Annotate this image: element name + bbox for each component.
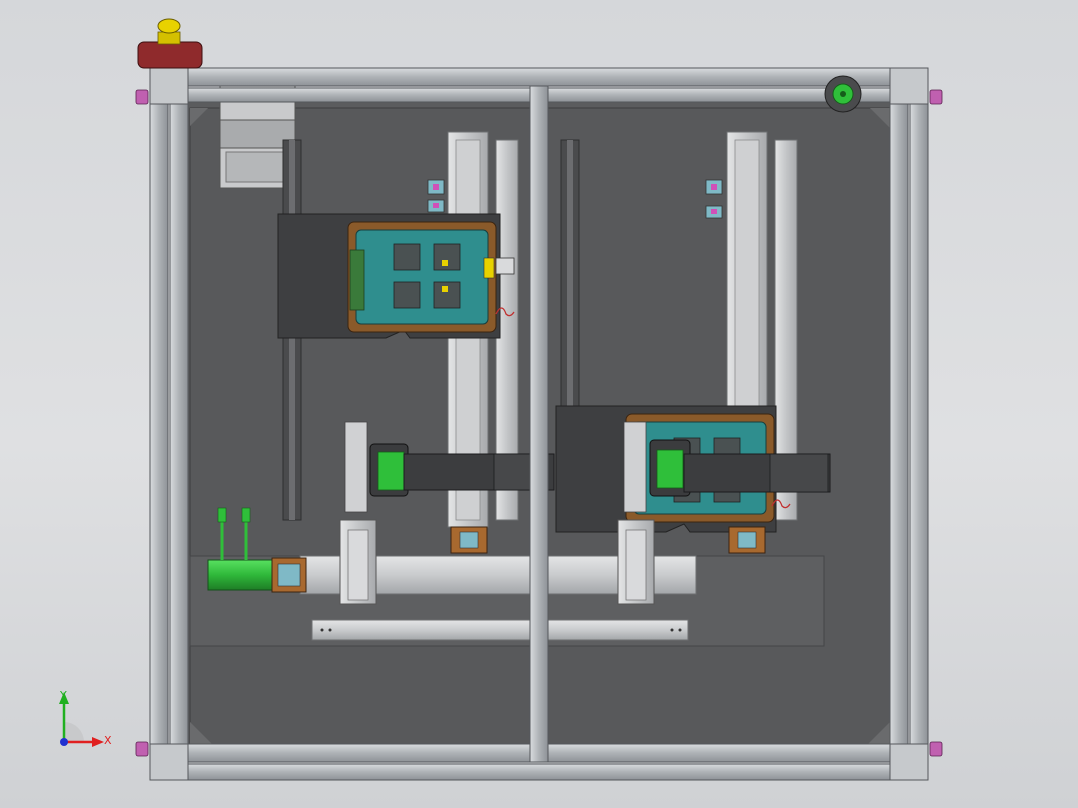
cad-viewport[interactable]: Y X [0, 0, 1078, 808]
frame-right-post[interactable] [889, 69, 929, 781]
triad-x-label: X [104, 734, 112, 747]
frame-left-post[interactable] [149, 69, 189, 781]
cooling-fan-icon[interactable] [824, 75, 862, 113]
emergency-stop-button[interactable] [137, 18, 203, 69]
coordinate-triad: Y X [59, 689, 112, 747]
frame-center-beam[interactable] [529, 85, 549, 763]
triad-y-label: Y [59, 689, 67, 702]
fixture-left[interactable] [277, 213, 515, 339]
